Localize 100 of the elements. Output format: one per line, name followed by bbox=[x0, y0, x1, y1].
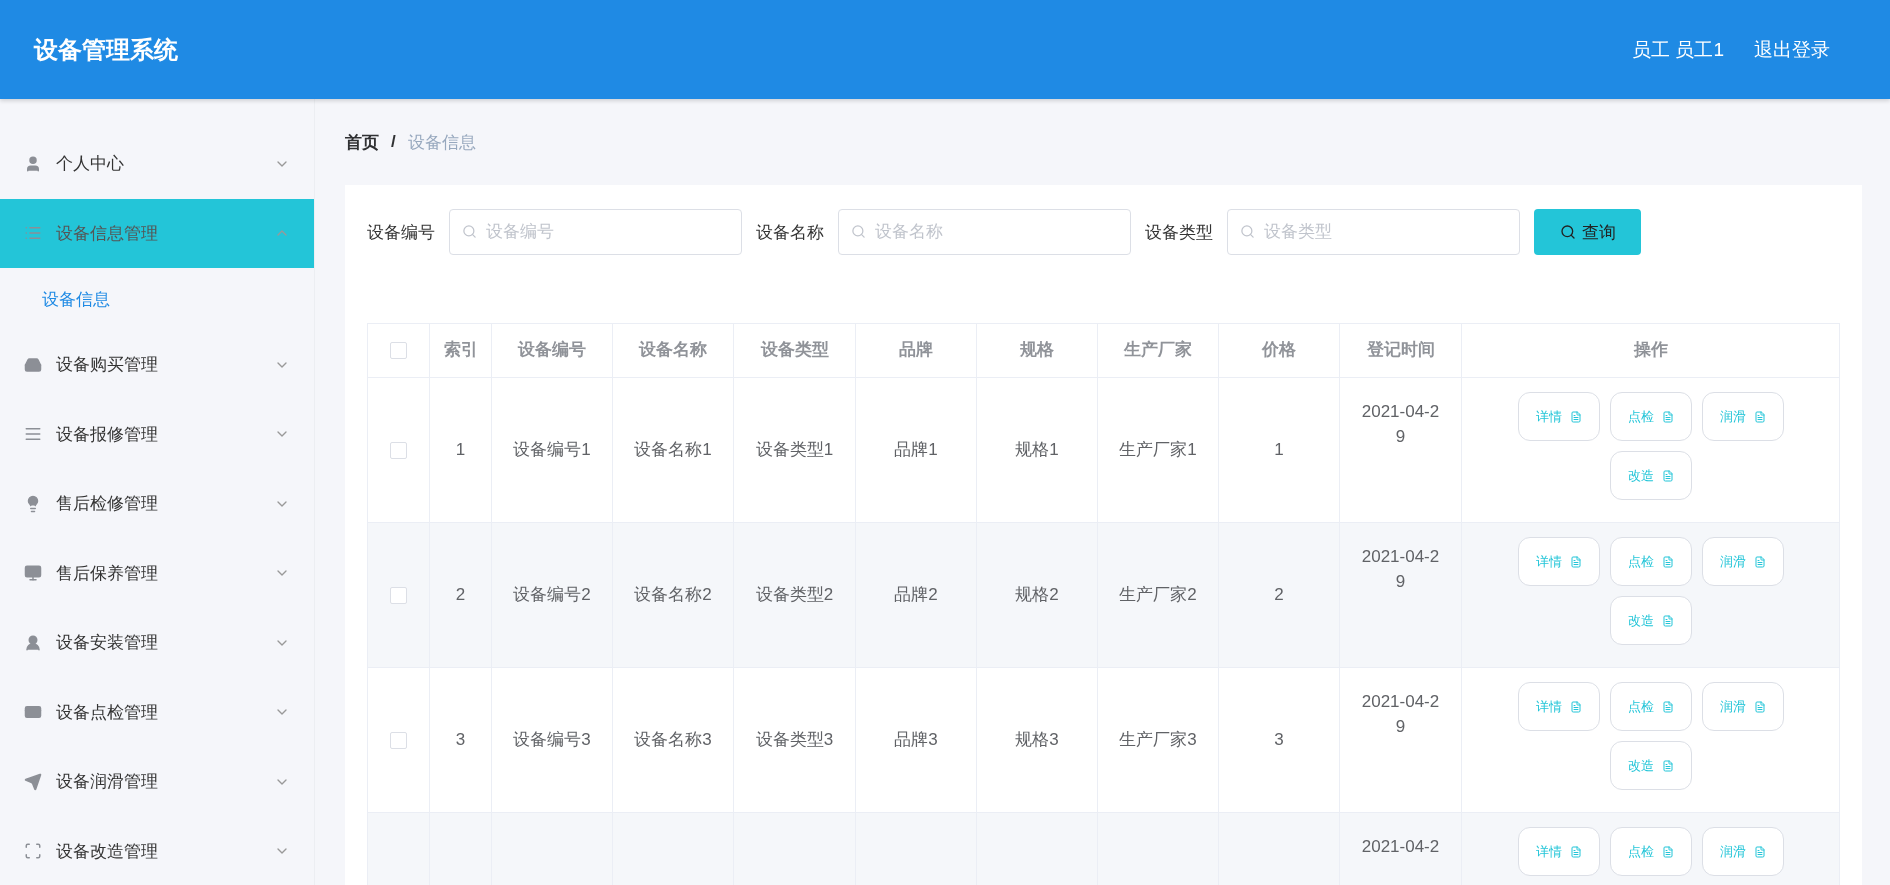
column-header: 操作 bbox=[1632, 339, 1669, 362]
action-button[interactable]: 详情 bbox=[1517, 537, 1600, 586]
table-cell: 设备类型1 bbox=[734, 378, 856, 522]
sidebar-label: 个人中心 bbox=[56, 153, 125, 176]
search-icon bbox=[1240, 224, 1255, 239]
sidebar-item[interactable]: 售后检修管理 bbox=[0, 469, 314, 539]
action-button[interactable]: 润滑 bbox=[1701, 827, 1784, 876]
document-icon bbox=[1753, 410, 1766, 423]
checkbox[interactable] bbox=[390, 342, 407, 359]
table-cell: 设备名称2 bbox=[613, 523, 734, 667]
document-icon bbox=[1753, 845, 1766, 858]
column-header: 登记时间 bbox=[1340, 324, 1462, 377]
sidebar-label: 设备信息管理 bbox=[56, 222, 159, 245]
document-icon bbox=[1569, 410, 1582, 423]
monitor-icon bbox=[24, 564, 42, 583]
table-cell: 设备类型2 bbox=[734, 523, 856, 667]
sidebar-item[interactable]: 个人中心 bbox=[0, 129, 314, 199]
table-cell: 设备编号3 bbox=[492, 668, 613, 812]
action-button[interactable]: 润滑 bbox=[1701, 537, 1784, 586]
action-button[interactable]: 改造 bbox=[1609, 596, 1692, 645]
table-cell: 品牌2 bbox=[856, 523, 977, 667]
table-cell: 规格1 bbox=[977, 378, 1098, 522]
document-icon bbox=[1569, 845, 1582, 858]
table-cell: 1 bbox=[430, 378, 492, 522]
checkbox[interactable] bbox=[390, 731, 407, 749]
sidebar-item[interactable]: 设备安装管理 bbox=[0, 608, 314, 678]
field-label: 设备编号 bbox=[367, 221, 435, 244]
table-cell: 2021-04-29 bbox=[1340, 668, 1462, 812]
sidebar-item[interactable]: 售后保养管理 bbox=[0, 538, 314, 608]
sidebar-item[interactable]: 设备购买管理 bbox=[0, 330, 314, 400]
search-field[interactable]: 设备名称 bbox=[838, 209, 1131, 255]
search-field[interactable]: 设备类型 bbox=[1227, 209, 1520, 255]
scan-frame-icon bbox=[24, 842, 42, 861]
document-icon bbox=[1569, 700, 1582, 713]
action-button[interactable]: 润滑 bbox=[1701, 682, 1784, 731]
checkbox[interactable] bbox=[390, 441, 407, 459]
action-button[interactable]: 润滑 bbox=[1701, 392, 1784, 441]
paper-plane-icon bbox=[24, 772, 42, 791]
sidebar-item[interactable]: 设备润滑管理 bbox=[0, 747, 314, 817]
table-cell: 设备类型3 bbox=[734, 668, 856, 812]
table-cell: 1 bbox=[1219, 378, 1340, 522]
table-cell: 2021-04-29 bbox=[1340, 378, 1462, 522]
tray-icon bbox=[24, 355, 42, 374]
search-icon bbox=[851, 224, 866, 239]
sidebar-item[interactable]: 设备报修管理 bbox=[0, 399, 314, 469]
action-button[interactable]: 点检 bbox=[1609, 682, 1692, 731]
search-icon bbox=[462, 224, 477, 239]
breadcrumb-item[interactable]: 首页 bbox=[345, 130, 379, 154]
breadcrumb-separator: / bbox=[391, 132, 396, 152]
column-header: 设备类型 bbox=[734, 324, 856, 377]
action-button[interactable]: 详情 bbox=[1517, 827, 1600, 876]
action-button[interactable]: 点检 bbox=[1609, 827, 1692, 876]
breadcrumb-item[interactable]: 设备信息 bbox=[407, 130, 476, 154]
column-header: 规格 bbox=[977, 324, 1098, 377]
document-icon bbox=[1753, 555, 1766, 568]
table-cell: 2021-04-29 bbox=[1340, 523, 1462, 667]
sidebar-item[interactable]: 设备点检管理 bbox=[0, 677, 314, 747]
sidebar-label: 设备购买管理 bbox=[56, 354, 159, 377]
table-cell: 2 bbox=[430, 523, 492, 667]
column-header: 品牌 bbox=[856, 324, 977, 377]
document-icon bbox=[1661, 614, 1674, 627]
table-cell: 3 bbox=[1219, 668, 1340, 812]
action-button[interactable]: 点检 bbox=[1609, 537, 1692, 586]
action-button[interactable]: 详情 bbox=[1517, 682, 1600, 731]
table-cell: 设备名称3 bbox=[613, 668, 734, 812]
sidebar-item[interactable]: 设备信息管理 bbox=[0, 198, 314, 268]
search-field[interactable]: 设备编号 bbox=[449, 209, 742, 255]
sidebar-item[interactable]: 设备改造管理 bbox=[0, 816, 314, 885]
column-header: 索引 bbox=[430, 324, 492, 377]
action-button[interactable]: 改造 bbox=[1609, 741, 1692, 790]
document-icon bbox=[1753, 700, 1766, 713]
table-cell: 生产厂家3 bbox=[1098, 668, 1219, 812]
table-cell: 设备编号1 bbox=[492, 378, 613, 522]
column-header: 设备编号 bbox=[492, 324, 613, 377]
sidebar-label: 设备报修管理 bbox=[56, 423, 159, 446]
action-button[interactable]: 改造 bbox=[1609, 451, 1692, 500]
field-label: 设备类型 bbox=[1145, 221, 1213, 244]
table-cell: 生产厂家1 bbox=[1098, 378, 1219, 522]
action-button[interactable]: 点检 bbox=[1609, 392, 1692, 441]
document-icon bbox=[1661, 845, 1674, 858]
person-icon bbox=[24, 633, 42, 652]
search-icon bbox=[1559, 224, 1576, 240]
column-header: 设备名称 bbox=[613, 324, 734, 377]
table-cell: 品牌1 bbox=[856, 378, 977, 522]
query-button[interactable]: 查询 bbox=[1534, 209, 1641, 255]
table-cell: 规格2 bbox=[977, 523, 1098, 667]
sidebar-subitem[interactable]: 设备信息 bbox=[0, 268, 314, 330]
document-icon bbox=[1661, 469, 1674, 482]
document-icon bbox=[1569, 555, 1582, 568]
column-header: 生产厂家 bbox=[1098, 324, 1219, 377]
document-icon bbox=[1661, 759, 1674, 772]
action-button[interactable]: 详情 bbox=[1517, 392, 1600, 441]
field-label: 设备名称 bbox=[756, 221, 824, 244]
sidebar-label: 设备点检管理 bbox=[56, 701, 159, 724]
sidebar-label: 设备润滑管理 bbox=[56, 771, 159, 794]
logout-link[interactable]: 退出登录 bbox=[1754, 36, 1830, 63]
sidebar-label: 售后保养管理 bbox=[56, 562, 159, 585]
table-cell: 规格3 bbox=[977, 668, 1098, 812]
table-cell: 生产厂家2 bbox=[1098, 523, 1219, 667]
checkbox[interactable] bbox=[390, 586, 407, 604]
